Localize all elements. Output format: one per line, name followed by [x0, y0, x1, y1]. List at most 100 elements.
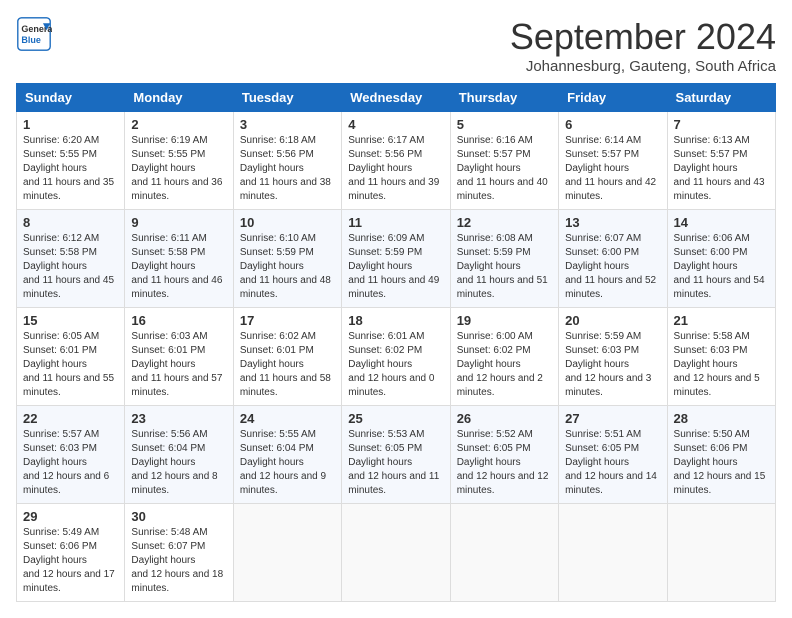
location: Johannesburg, Gauteng, South Africa	[510, 58, 776, 75]
day-info: Sunrise: 5:58 AMSunset: 6:03 PMDaylight …	[674, 330, 769, 400]
weekday-saturday: Saturday	[667, 84, 775, 112]
day-number: 18	[348, 313, 443, 328]
month-title: September 2024	[510, 16, 776, 58]
weekday-header-row: SundayMondayTuesdayWednesdayThursdayFrid…	[17, 84, 776, 112]
day-info: Sunrise: 6:03 AMSunset: 6:01 PMDaylight …	[131, 330, 226, 400]
day-number: 22	[23, 411, 118, 426]
day-info: Sunrise: 6:12 AMSunset: 5:58 PMDaylight …	[23, 232, 118, 302]
day-number: 24	[240, 411, 335, 426]
day-info: Sunrise: 6:13 AMSunset: 5:57 PMDaylight …	[674, 134, 769, 204]
day-info: Sunrise: 5:55 AMSunset: 6:04 PMDaylight …	[240, 428, 335, 498]
day-info: Sunrise: 6:16 AMSunset: 5:57 PMDaylight …	[457, 134, 552, 204]
calendar-cell: 22 Sunrise: 5:57 AMSunset: 6:03 PMDayligh…	[17, 406, 125, 504]
calendar-cell: 11 Sunrise: 6:09 AMSunset: 5:59 PMDayligh…	[342, 210, 450, 308]
calendar-cell: 13Sunrise: 6:07 AMSunset: 6:00 PMDayligh…	[559, 210, 667, 308]
day-number: 9	[131, 215, 226, 230]
calendar-cell: 25 Sunrise: 5:53 AMSunset: 6:05 PMDayligh…	[342, 406, 450, 504]
weekday-wednesday: Wednesday	[342, 84, 450, 112]
day-number: 1	[23, 117, 118, 132]
calendar-cell: 3 Sunrise: 6:18 AMSunset: 5:56 PMDaylight…	[233, 112, 341, 210]
calendar-cell: 12Sunrise: 6:08 AMSunset: 5:59 PMDayligh…	[450, 210, 558, 308]
calendar-cell: 2 Sunrise: 6:19 AMSunset: 5:55 PMDaylight…	[125, 112, 233, 210]
day-number: 14	[674, 215, 769, 230]
day-number: 4	[348, 117, 443, 132]
day-info: Sunrise: 6:10 AMSunset: 5:59 PMDaylight …	[240, 232, 335, 302]
day-number: 6	[565, 117, 660, 132]
calendar-cell: 8 Sunrise: 6:12 AMSunset: 5:58 PMDaylight…	[17, 210, 125, 308]
day-number: 5	[457, 117, 552, 132]
calendar-week-3: 15 Sunrise: 6:05 AMSunset: 6:01 PMDayligh…	[17, 308, 776, 406]
day-number: 27	[565, 411, 660, 426]
day-info: Sunrise: 5:57 AMSunset: 6:03 PMDaylight …	[23, 428, 118, 498]
calendar-cell: 26 Sunrise: 5:52 AMSunset: 6:05 PMDayligh…	[450, 406, 558, 504]
day-info: Sunrise: 6:09 AMSunset: 5:59 PMDaylight …	[348, 232, 443, 302]
day-info: Sunrise: 6:08 AMSunset: 5:59 PMDaylight …	[457, 232, 552, 302]
weekday-monday: Monday	[125, 84, 233, 112]
day-info: Sunrise: 6:06 AMSunset: 6:00 PMDaylight …	[674, 232, 769, 302]
day-number: 2	[131, 117, 226, 132]
day-info: Sunrise: 6:05 AMSunset: 6:01 PMDaylight …	[23, 330, 118, 400]
day-info: Sunrise: 6:20 AMSunset: 5:55 PMDaylight …	[23, 134, 118, 204]
day-info: Sunrise: 5:56 AMSunset: 6:04 PMDaylight …	[131, 428, 226, 498]
day-number: 28	[674, 411, 769, 426]
day-info: Sunrise: 6:14 AMSunset: 5:57 PMDaylight …	[565, 134, 660, 204]
svg-text:Blue: Blue	[21, 35, 41, 45]
calendar-cell: 14 Sunrise: 6:06 AMSunset: 6:00 PMDayligh…	[667, 210, 775, 308]
calendar-cell: 20 Sunrise: 5:59 AMSunset: 6:03 PMDayligh…	[559, 308, 667, 406]
day-info: Sunrise: 5:53 AMSunset: 6:05 PMDaylight …	[348, 428, 443, 498]
weekday-sunday: Sunday	[17, 84, 125, 112]
calendar-cell: 9 Sunrise: 6:11 AMSunset: 5:58 PMDaylight…	[125, 210, 233, 308]
calendar-week-2: 8 Sunrise: 6:12 AMSunset: 5:58 PMDaylight…	[17, 210, 776, 308]
day-info: Sunrise: 6:11 AMSunset: 5:58 PMDaylight …	[131, 232, 226, 302]
logo: General Blue	[16, 16, 52, 52]
calendar-cell: 27 Sunrise: 5:51 AMSunset: 6:05 PMDayligh…	[559, 406, 667, 504]
calendar-table: SundayMondayTuesdayWednesdayThursdayFrid…	[16, 83, 776, 602]
day-number: 29	[23, 509, 118, 524]
day-number: 11	[348, 215, 443, 230]
calendar-cell: 18Sunrise: 6:01 AMSunset: 6:02 PMDayligh…	[342, 308, 450, 406]
calendar-cell	[667, 504, 775, 602]
day-number: 16	[131, 313, 226, 328]
calendar-cell	[342, 504, 450, 602]
calendar-week-5: 29 Sunrise: 5:49 AMSunset: 6:06 PMDayligh…	[17, 504, 776, 602]
day-info: Sunrise: 6:00 AMSunset: 6:02 PMDaylight …	[457, 330, 552, 400]
day-info: Sunrise: 6:18 AMSunset: 5:56 PMDaylight …	[240, 134, 335, 204]
calendar-cell: 19 Sunrise: 6:00 AMSunset: 6:02 PMDayligh…	[450, 308, 558, 406]
calendar-cell: 5 Sunrise: 6:16 AMSunset: 5:57 PMDaylight…	[450, 112, 558, 210]
calendar-week-1: 1 Sunrise: 6:20 AMSunset: 5:55 PMDaylight…	[17, 112, 776, 210]
day-number: 26	[457, 411, 552, 426]
calendar-cell: 6 Sunrise: 6:14 AMSunset: 5:57 PMDaylight…	[559, 112, 667, 210]
day-info: Sunrise: 5:59 AMSunset: 6:03 PMDaylight …	[565, 330, 660, 400]
day-number: 7	[674, 117, 769, 132]
calendar-cell: 4 Sunrise: 6:17 AMSunset: 5:56 PMDaylight…	[342, 112, 450, 210]
weekday-tuesday: Tuesday	[233, 84, 341, 112]
calendar-cell: 1 Sunrise: 6:20 AMSunset: 5:55 PMDaylight…	[17, 112, 125, 210]
day-number: 8	[23, 215, 118, 230]
calendar-cell: 23 Sunrise: 5:56 AMSunset: 6:04 PMDayligh…	[125, 406, 233, 504]
day-info: Sunrise: 5:51 AMSunset: 6:05 PMDaylight …	[565, 428, 660, 498]
weekday-thursday: Thursday	[450, 84, 558, 112]
day-number: 3	[240, 117, 335, 132]
day-info: Sunrise: 5:49 AMSunset: 6:06 PMDaylight …	[23, 526, 118, 596]
calendar-cell: 10Sunrise: 6:10 AMSunset: 5:59 PMDayligh…	[233, 210, 341, 308]
day-info: Sunrise: 6:02 AMSunset: 6:01 PMDaylight …	[240, 330, 335, 400]
day-info: Sunrise: 5:48 AMSunset: 6:07 PMDaylight …	[131, 526, 226, 596]
calendar-cell: 17 Sunrise: 6:02 AMSunset: 6:01 PMDayligh…	[233, 308, 341, 406]
day-info: Sunrise: 6:19 AMSunset: 5:55 PMDaylight …	[131, 134, 226, 204]
calendar-cell: 24 Sunrise: 5:55 AMSunset: 6:04 PMDayligh…	[233, 406, 341, 504]
day-info: Sunrise: 6:17 AMSunset: 5:56 PMDaylight …	[348, 134, 443, 204]
calendar-cell	[559, 504, 667, 602]
calendar-cell: 21Sunrise: 5:58 AMSunset: 6:03 PMDayligh…	[667, 308, 775, 406]
calendar-cell: 29 Sunrise: 5:49 AMSunset: 6:06 PMDayligh…	[17, 504, 125, 602]
day-number: 19	[457, 313, 552, 328]
day-info: Sunrise: 5:50 AMSunset: 6:06 PMDaylight …	[674, 428, 769, 498]
day-number: 23	[131, 411, 226, 426]
day-number: 15	[23, 313, 118, 328]
day-number: 17	[240, 313, 335, 328]
calendar-cell	[450, 504, 558, 602]
day-number: 25	[348, 411, 443, 426]
day-number: 20	[565, 313, 660, 328]
calendar-cell: 15 Sunrise: 6:05 AMSunset: 6:01 PMDayligh…	[17, 308, 125, 406]
calendar-cell: 16 Sunrise: 6:03 AMSunset: 6:01 PMDayligh…	[125, 308, 233, 406]
day-info: Sunrise: 5:52 AMSunset: 6:05 PMDaylight …	[457, 428, 552, 498]
